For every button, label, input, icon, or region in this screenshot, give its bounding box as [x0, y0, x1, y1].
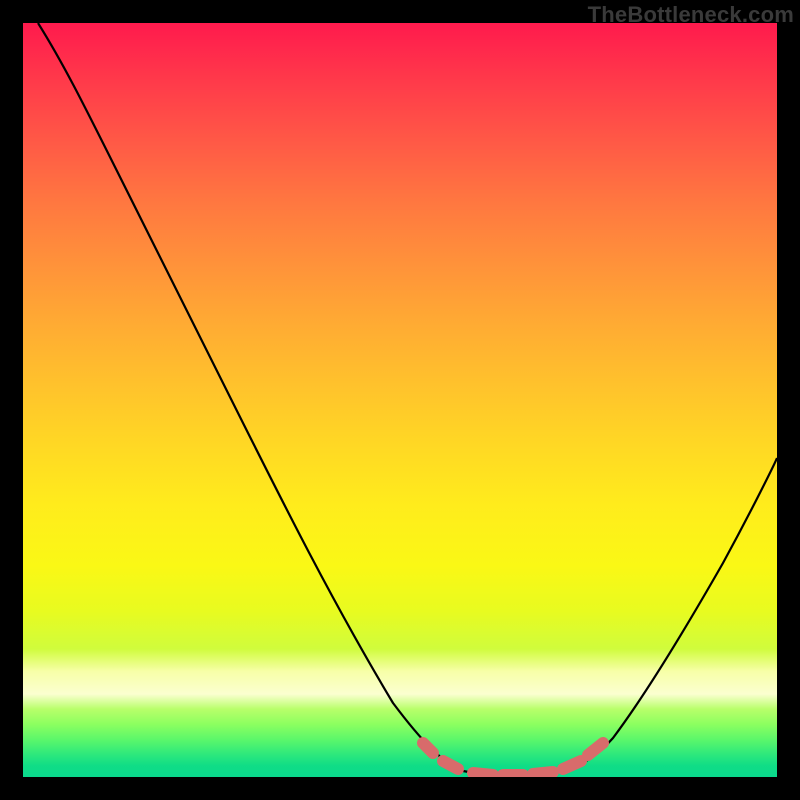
watermark-text: TheBottleneck.com: [588, 2, 794, 28]
bottleneck-curve: [38, 23, 777, 776]
chart-frame: TheBottleneck.com: [0, 0, 800, 800]
chart-plot-area: [23, 23, 777, 777]
optimal-zone-markers: [423, 743, 603, 775]
chart-svg: [23, 23, 777, 777]
